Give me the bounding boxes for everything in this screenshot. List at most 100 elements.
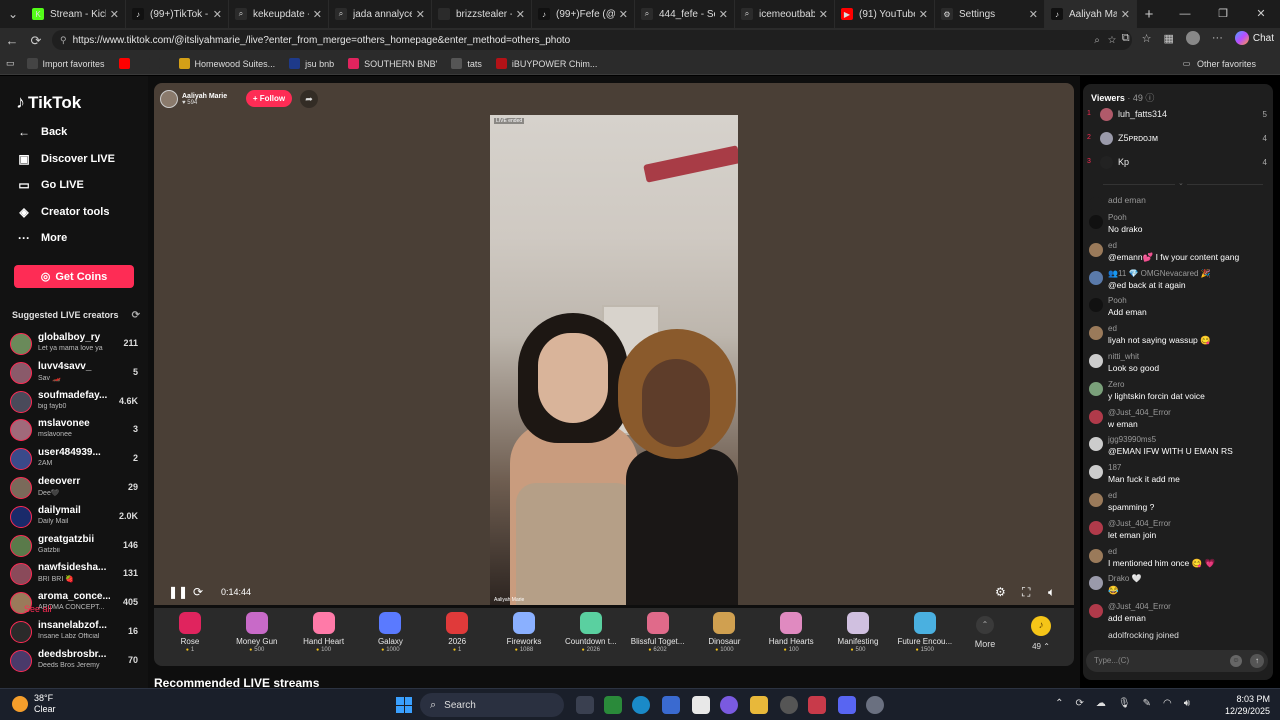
edge-icon[interactable]: [632, 696, 650, 714]
maximize-button[interactable]: ❐: [1204, 0, 1242, 28]
chat-username[interactable]: ed: [1108, 547, 1117, 556]
bookmark-item[interactable]: Homewood Suites...: [178, 58, 275, 69]
close-tab-icon[interactable]: ✕: [719, 8, 728, 21]
settings-app-icon[interactable]: [780, 696, 798, 714]
xbox-icon[interactable]: [604, 696, 622, 714]
browser-tab[interactable]: ⌕ jada annalyce - S ✕: [329, 0, 432, 28]
chat-avatar[interactable]: [1089, 465, 1103, 480]
chat-username[interactable]: Pooh: [1108, 296, 1127, 305]
other-favorites[interactable]: ▭ Other favorites: [1181, 58, 1256, 69]
sidebar-nav-item[interactable]: ··· More: [16, 231, 67, 245]
chat-avatar[interactable]: [1089, 493, 1103, 507]
close-tab-icon[interactable]: ✕: [516, 8, 525, 21]
suggested-creator[interactable]: deeoverr Dee🖤 29: [10, 474, 138, 502]
send-icon[interactable]: ↑: [1250, 654, 1264, 668]
chat-username[interactable]: jgg93990ms5: [1108, 435, 1156, 444]
suggested-creator[interactable]: globalboy_ry Let ya mama love ya 211: [10, 330, 138, 358]
info-icon[interactable]: ⓘ: [1145, 93, 1154, 103]
close-tab-icon[interactable]: ✕: [416, 8, 425, 21]
chat-avatar[interactable]: [1089, 632, 1103, 646]
chat-username[interactable]: Zero: [1108, 380, 1124, 389]
browser-tab[interactable]: ♪ (99+)TikTok - Ma ✕: [126, 0, 229, 28]
new-tab-button[interactable]: +: [1137, 6, 1161, 23]
sidebar-nav-item[interactable]: ← Back: [16, 125, 67, 139]
host-avatar[interactable]: [160, 90, 178, 108]
fullscreen-icon[interactable]: ⛶: [1022, 585, 1030, 600]
get-coins-button[interactable]: ◎ Get Coins: [14, 265, 134, 288]
gear-app-icon[interactable]: [866, 696, 884, 714]
file-explorer-icon[interactable]: [750, 696, 768, 714]
viewers-expand[interactable]: ⌄: [1103, 179, 1263, 187]
chat-avatar[interactable]: [1089, 197, 1103, 211]
notepad-icon[interactable]: [692, 696, 710, 714]
browser-tab[interactable]: ♪ Aaliyah Marie ✕: [1045, 0, 1137, 28]
bookmarks-toggle-icon[interactable]: ▭: [6, 58, 15, 69]
close-tab-icon[interactable]: ✕: [1121, 8, 1130, 21]
top-viewer-row[interactable]: 1 luh_fatts314 5: [1087, 107, 1267, 123]
chat-avatar[interactable]: [1089, 409, 1103, 424]
chat-avatar[interactable]: [1089, 520, 1103, 535]
discord-icon[interactable]: [838, 696, 856, 714]
chat-avatar[interactable]: [1089, 354, 1103, 368]
profile-avatar[interactable]: [1185, 31, 1200, 45]
share-icon[interactable]: ➦: [300, 90, 318, 108]
suggested-creator[interactable]: mslavonee mslavonee 3: [10, 416, 138, 444]
speaker-icon[interactable]: 🔊︎: [1184, 698, 1190, 709]
chat-avatar[interactable]: [1089, 326, 1103, 341]
copilot-app-icon[interactable]: [720, 696, 738, 714]
browser-tab[interactable]: ⌕ 444_fefe - Search ✕: [635, 0, 735, 28]
gift-item[interactable]: Dinosaur1000: [693, 612, 755, 653]
suggested-creator[interactable]: greatgatzbii Gatzbii 146: [10, 532, 138, 560]
address-bar[interactable]: ⚲ https://www.tiktok.com/@itsliyahmarie_…: [52, 30, 1132, 50]
follow-button[interactable]: + Follow: [246, 90, 292, 107]
chat-avatar[interactable]: [1089, 576, 1103, 591]
viewers-header[interactable]: Viewers · 49 ⓘ: [1091, 91, 1154, 104]
gift-item[interactable]: Blissful Toget...6202: [627, 612, 689, 653]
see-all-link[interactable]: See all: [24, 604, 52, 614]
browser-tab[interactable]: brizzstealer - Sea ✕: [432, 0, 532, 28]
sidebar-nav-item[interactable]: ▣ Discover LIVE: [16, 152, 115, 166]
suggested-creator[interactable]: user484939... 2AM 2: [10, 445, 138, 473]
host-info[interactable]: Aaliyah Marie ♥ 594: [160, 89, 227, 109]
gift-item[interactable]: Hand Heart100: [293, 612, 355, 653]
replay-icon[interactable]: ⟳: [193, 585, 203, 599]
taskbar-search[interactable]: ⌕ Search: [420, 693, 564, 717]
gift-item[interactable]: Fireworks1088: [493, 612, 555, 653]
gift-item[interactable]: Rose1: [159, 612, 221, 653]
media-app-icon[interactable]: [808, 696, 826, 714]
wifi-icon[interactable]: ◠: [1163, 698, 1172, 709]
bookmark-item[interactable]: iBUYPOWER Chim...: [495, 58, 597, 69]
chat-input[interactable]: Type...(C) ☺ ↑: [1086, 650, 1268, 672]
gift-more-button[interactable]: ⌃ More: [970, 616, 1000, 649]
chat-avatar[interactable]: [1089, 548, 1103, 563]
sidebar-nav-item[interactable]: ◈ Creator tools: [16, 205, 109, 219]
chat-username[interactable]: Drako 🤍: [1108, 574, 1142, 583]
gift-item[interactable]: Manifesting500: [827, 612, 889, 653]
chat-username[interactable]: ed: [1108, 241, 1117, 250]
store-icon[interactable]: [662, 696, 680, 714]
chat-username[interactable]: @Just_404_Error: [1108, 408, 1171, 417]
close-tab-icon[interactable]: ✕: [313, 8, 322, 21]
chat-username[interactable]: 👥11 💎 OMGNevacared 🎉: [1108, 269, 1211, 278]
close-tab-icon[interactable]: ✕: [1029, 8, 1038, 21]
mic-icon[interactable]: 🎙︎: [1118, 698, 1131, 709]
chat-avatar[interactable]: [1089, 215, 1103, 229]
favorites-icon[interactable]: ☆: [1142, 32, 1152, 45]
site-info-icon[interactable]: ⚲: [60, 35, 67, 46]
chat-username[interactable]: 187: [1108, 463, 1121, 472]
gift-item[interactable]: Future Encou...1500: [894, 612, 956, 653]
chat-avatar[interactable]: [1089, 381, 1103, 396]
coin-balance-button[interactable]: ♪ 49 ⌃: [1028, 616, 1054, 651]
close-tab-icon[interactable]: ✕: [213, 8, 222, 21]
emoji-icon[interactable]: ☺: [1230, 655, 1242, 667]
gift-item[interactable]: Money Gun500: [226, 612, 288, 653]
tab-actions-menu[interactable]: ⌄: [0, 0, 26, 28]
tray-app-icon[interactable]: ⟳: [1075, 698, 1083, 709]
browser-tab[interactable]: ⌕ kekeupdate - Sea ✕: [229, 0, 329, 28]
settings-gear-icon[interactable]: ⚙: [995, 585, 1006, 599]
close-tab-icon[interactable]: ✕: [619, 8, 628, 21]
top-viewer-row[interactable]: 3 Kp 4: [1087, 155, 1267, 171]
pen-icon[interactable]: ✎: [1143, 698, 1151, 709]
suggested-creator[interactable]: dailymail Daily Mail 2.0K: [10, 503, 138, 531]
top-viewer-row[interactable]: 2 Z5ᴘʀᴅᴏᴊᴍ 4: [1087, 131, 1267, 147]
